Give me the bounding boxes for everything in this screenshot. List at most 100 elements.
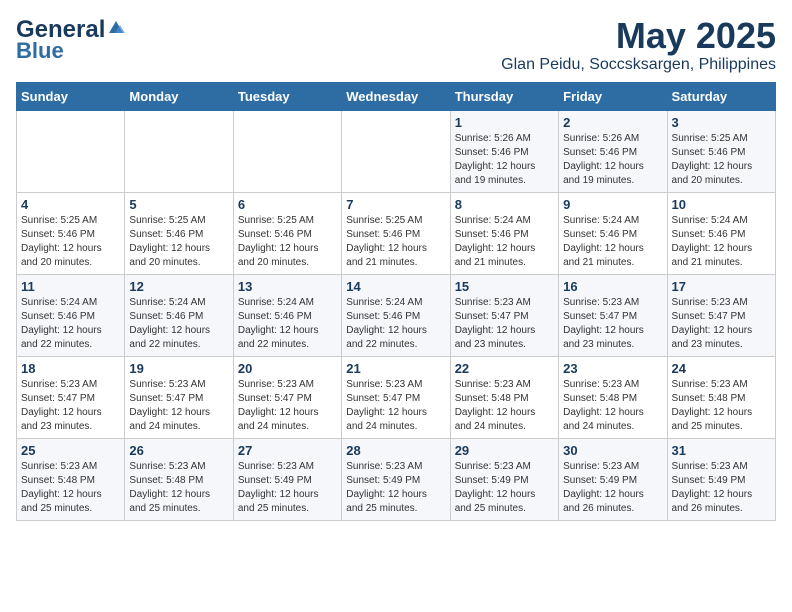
calendar-cell: 13 Sunrise: 5:24 AM Sunset: 5:46 PM Dayli…	[233, 274, 341, 356]
calendar-cell: 19Sunrise: 5:23 AM Sunset: 5:47 PM Dayli…	[125, 356, 233, 438]
header-friday: Friday	[559, 82, 667, 110]
day-info: Sunrise: 5:23 AM Sunset: 5:47 PM Dayligh…	[238, 378, 337, 434]
logo-blue: Blue	[16, 38, 64, 64]
page-header: General Blue May 2025 Glan Peidu, Soccsk…	[16, 16, 776, 74]
week-row-3: 11 Sunrise: 5:24 AM Sunset: 5:46 PM Dayli…	[17, 274, 776, 356]
day-number: 5	[129, 197, 228, 212]
calendar-table: SundayMondayTuesdayWednesdayThursdayFrid…	[16, 82, 776, 521]
day-number: 16	[563, 279, 662, 294]
week-row-4: 18 Sunrise: 5:23 AM Sunset: 5:47 PM Dayli…	[17, 356, 776, 438]
day-number: 28	[346, 443, 445, 458]
calendar-cell: 25Sunrise: 5:23 AM Sunset: 5:48 PM Dayli…	[17, 438, 125, 520]
week-row-1: 1 Sunrise: 5:26 AM Sunset: 5:46 PM Daylig…	[17, 110, 776, 192]
title-block: May 2025 Glan Peidu, Soccsksargen, Phili…	[501, 16, 776, 74]
day-info: Sunrise: 5:25 AM Sunset: 5:46 PM Dayligh…	[346, 214, 445, 270]
calendar-cell	[233, 110, 341, 192]
day-info: Sunrise: 5:24 AM Sunset: 5:46 PM Dayligh…	[672, 214, 771, 270]
day-info: Sunrise: 5:23 AM Sunset: 5:48 PM Dayligh…	[563, 378, 662, 434]
day-info: Sunrise: 5:24 AM Sunset: 5:46 PM Dayligh…	[238, 296, 337, 352]
day-info: Sunrise: 5:25 AM Sunset: 5:46 PM Dayligh…	[672, 132, 771, 188]
day-number: 30	[563, 443, 662, 458]
day-info: Sunrise: 5:23 AM Sunset: 5:47 PM Dayligh…	[672, 296, 771, 352]
day-info: Sunrise: 5:23 AM Sunset: 5:49 PM Dayligh…	[238, 460, 337, 516]
calendar-cell: 18 Sunrise: 5:23 AM Sunset: 5:47 PM Dayli…	[17, 356, 125, 438]
day-number: 26	[129, 443, 228, 458]
calendar-cell: 1 Sunrise: 5:26 AM Sunset: 5:46 PM Daylig…	[450, 110, 558, 192]
day-info: Sunrise: 5:23 AM Sunset: 5:47 PM Dayligh…	[455, 296, 554, 352]
header-sunday: Sunday	[17, 82, 125, 110]
day-number: 22	[455, 361, 554, 376]
calendar-cell: 28 Sunrise: 5:23 AM Sunset: 5:49 PM Dayli…	[342, 438, 450, 520]
header-monday: Monday	[125, 82, 233, 110]
calendar-cell: 10 Sunrise: 5:24 AM Sunset: 5:46 PM Dayli…	[667, 192, 775, 274]
calendar-cell: 2 Sunrise: 5:26 AM Sunset: 5:46 PM Daylig…	[559, 110, 667, 192]
day-number: 14	[346, 279, 445, 294]
day-number: 2	[563, 115, 662, 130]
calendar-cell: 31 Sunrise: 5:23 AM Sunset: 5:49 PM Dayli…	[667, 438, 775, 520]
day-number: 24	[672, 361, 771, 376]
calendar-cell: 14 Sunrise: 5:24 AM Sunset: 5:46 PM Dayli…	[342, 274, 450, 356]
calendar-header-row: SundayMondayTuesdayWednesdayThursdayFrid…	[17, 82, 776, 110]
day-number: 7	[346, 197, 445, 212]
day-info: Sunrise: 5:24 AM Sunset: 5:46 PM Dayligh…	[21, 296, 120, 352]
day-number: 8	[455, 197, 554, 212]
calendar-cell: 29Sunrise: 5:23 AM Sunset: 5:49 PM Dayli…	[450, 438, 558, 520]
day-number: 12	[129, 279, 228, 294]
location-subtitle: Glan Peidu, Soccsksargen, Philippines	[501, 56, 776, 74]
calendar-cell: 15 Sunrise: 5:23 AM Sunset: 5:47 PM Dayli…	[450, 274, 558, 356]
day-number: 10	[672, 197, 771, 212]
day-number: 6	[238, 197, 337, 212]
calendar-cell	[125, 110, 233, 192]
calendar-cell: 3 Sunrise: 5:25 AM Sunset: 5:46 PM Daylig…	[667, 110, 775, 192]
calendar-cell: 8 Sunrise: 5:24 AM Sunset: 5:46 PM Daylig…	[450, 192, 558, 274]
calendar-cell: 23 Sunrise: 5:23 AM Sunset: 5:48 PM Dayli…	[559, 356, 667, 438]
calendar-cell: 12Sunrise: 5:24 AM Sunset: 5:46 PM Dayli…	[125, 274, 233, 356]
day-number: 13	[238, 279, 337, 294]
calendar-title: May 2025	[501, 16, 776, 56]
day-number: 27	[238, 443, 337, 458]
day-info: Sunrise: 5:23 AM Sunset: 5:48 PM Dayligh…	[672, 378, 771, 434]
day-info: Sunrise: 5:24 AM Sunset: 5:46 PM Dayligh…	[563, 214, 662, 270]
day-info: Sunrise: 5:23 AM Sunset: 5:48 PM Dayligh…	[455, 378, 554, 434]
day-number: 3	[672, 115, 771, 130]
calendar-cell: 26Sunrise: 5:23 AM Sunset: 5:48 PM Dayli…	[125, 438, 233, 520]
calendar-cell: 24 Sunrise: 5:23 AM Sunset: 5:48 PM Dayli…	[667, 356, 775, 438]
calendar-cell: 5Sunrise: 5:25 AM Sunset: 5:46 PM Daylig…	[125, 192, 233, 274]
day-info: Sunrise: 5:23 AM Sunset: 5:47 PM Dayligh…	[21, 378, 120, 434]
day-info: Sunrise: 5:26 AM Sunset: 5:46 PM Dayligh…	[455, 132, 554, 188]
day-number: 18	[21, 361, 120, 376]
week-row-5: 25Sunrise: 5:23 AM Sunset: 5:48 PM Dayli…	[17, 438, 776, 520]
day-info: Sunrise: 5:23 AM Sunset: 5:49 PM Dayligh…	[672, 460, 771, 516]
calendar-cell: 22 Sunrise: 5:23 AM Sunset: 5:48 PM Dayli…	[450, 356, 558, 438]
week-row-2: 4Sunrise: 5:25 AM Sunset: 5:46 PM Daylig…	[17, 192, 776, 274]
day-info: Sunrise: 5:23 AM Sunset: 5:49 PM Dayligh…	[563, 460, 662, 516]
logo-icon	[107, 19, 125, 37]
calendar-cell: 30 Sunrise: 5:23 AM Sunset: 5:49 PM Dayli…	[559, 438, 667, 520]
day-info: Sunrise: 5:23 AM Sunset: 5:47 PM Dayligh…	[563, 296, 662, 352]
day-number: 29	[455, 443, 554, 458]
day-number: 19	[129, 361, 228, 376]
day-info: Sunrise: 5:23 AM Sunset: 5:49 PM Dayligh…	[346, 460, 445, 516]
calendar-cell: 6 Sunrise: 5:25 AM Sunset: 5:46 PM Daylig…	[233, 192, 341, 274]
day-number: 21	[346, 361, 445, 376]
header-thursday: Thursday	[450, 82, 558, 110]
calendar-cell: 7 Sunrise: 5:25 AM Sunset: 5:46 PM Daylig…	[342, 192, 450, 274]
day-number: 15	[455, 279, 554, 294]
day-number: 23	[563, 361, 662, 376]
day-number: 31	[672, 443, 771, 458]
calendar-cell: 27 Sunrise: 5:23 AM Sunset: 5:49 PM Dayli…	[233, 438, 341, 520]
day-info: Sunrise: 5:23 AM Sunset: 5:48 PM Dayligh…	[21, 460, 120, 516]
calendar-cell	[342, 110, 450, 192]
day-info: Sunrise: 5:25 AM Sunset: 5:46 PM Dayligh…	[238, 214, 337, 270]
day-info: Sunrise: 5:23 AM Sunset: 5:47 PM Dayligh…	[346, 378, 445, 434]
calendar-cell: 21 Sunrise: 5:23 AM Sunset: 5:47 PM Dayli…	[342, 356, 450, 438]
header-tuesday: Tuesday	[233, 82, 341, 110]
day-number: 11	[21, 279, 120, 294]
calendar-cell: 16 Sunrise: 5:23 AM Sunset: 5:47 PM Dayli…	[559, 274, 667, 356]
day-info: Sunrise: 5:26 AM Sunset: 5:46 PM Dayligh…	[563, 132, 662, 188]
day-number: 1	[455, 115, 554, 130]
day-info: Sunrise: 5:24 AM Sunset: 5:46 PM Dayligh…	[455, 214, 554, 270]
calendar-cell	[17, 110, 125, 192]
day-info: Sunrise: 5:24 AM Sunset: 5:46 PM Dayligh…	[346, 296, 445, 352]
calendar-cell: 20Sunrise: 5:23 AM Sunset: 5:47 PM Dayli…	[233, 356, 341, 438]
